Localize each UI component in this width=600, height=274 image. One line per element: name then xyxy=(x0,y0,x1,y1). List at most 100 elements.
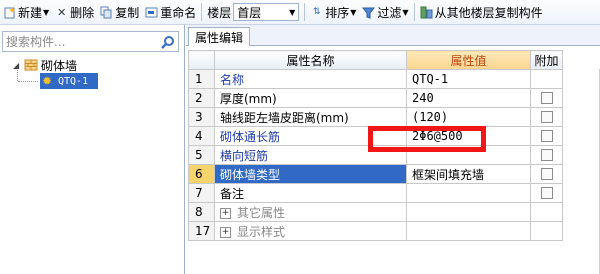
extra-checkbox[interactable] xyxy=(540,149,553,161)
extra-checkbox[interactable] xyxy=(540,92,553,104)
copy-icon xyxy=(100,6,113,19)
search-input[interactable] xyxy=(3,33,158,50)
tab-label: 属性编辑 xyxy=(194,30,243,45)
component-tree-panel: ◢ 砌体墙 ✹ QTQ-1 xyxy=(0,25,185,274)
delete-icon: ✕ xyxy=(57,5,67,19)
property-name: 砌体墙类型 xyxy=(214,164,407,184)
property-value[interactable]: 240 xyxy=(406,88,531,108)
row-number: 8 xyxy=(188,202,215,222)
property-name: 备注 xyxy=(214,183,407,203)
extra-cell xyxy=(530,69,563,89)
extra-checkbox[interactable] xyxy=(540,187,553,199)
extra-header[interactable]: 附加 xyxy=(530,50,563,70)
floor-select[interactable]: 首层 ▼ xyxy=(233,3,300,21)
table-row-selected[interactable]: 6 砌体墙类型 框架间填充墙 xyxy=(188,164,563,184)
table-row-group[interactable]: 17 + 显示样式 xyxy=(188,221,563,241)
rename-label: 重命名 xyxy=(160,5,197,20)
row-number: 7 xyxy=(188,183,215,203)
extra-checkbox[interactable] xyxy=(540,130,553,142)
new-icon xyxy=(3,6,16,19)
search-box xyxy=(2,31,179,52)
chevron-down-icon: ▼ xyxy=(289,7,296,17)
copy-label: 复制 xyxy=(115,5,140,20)
table-row[interactable]: 3 轴线距左墙皮距离(mm) (120) xyxy=(188,107,563,127)
search-icon[interactable] xyxy=(158,32,178,51)
table-row-group[interactable]: 8 + 其它属性 xyxy=(188,202,563,222)
filter-button[interactable]: 过滤 ▼ xyxy=(359,1,411,23)
property-name: 砌体通长筋 xyxy=(214,126,407,146)
layers-copy-icon xyxy=(420,6,433,19)
chevron-down-icon: ▼ xyxy=(43,7,50,17)
property-grid: 属性名称 属性值 附加 1 名称 QTQ-1 2 厚度(mm) 240 3 轴线… xyxy=(188,50,563,241)
property-name: 横向短筋 xyxy=(214,145,407,165)
extra-cell xyxy=(530,164,563,184)
property-value[interactable]: 2Φ6@500 xyxy=(406,126,531,146)
toolbar-divider xyxy=(413,3,415,21)
collapse-icon[interactable]: ◢ xyxy=(13,61,22,70)
row-number: 6 xyxy=(188,164,215,184)
table-row[interactable]: 4 砌体通长筋 2Φ6@500 xyxy=(188,126,563,146)
property-group-name: 其它属性 xyxy=(237,205,286,220)
tree-item-qtq-1-row: ✹ QTQ-1 xyxy=(0,73,184,89)
table-row[interactable]: 2 厚度(mm) 240 xyxy=(188,88,563,108)
expand-icon[interactable]: + xyxy=(220,226,231,238)
property-name-header[interactable]: 属性名称 xyxy=(214,50,407,70)
table-row[interactable]: 5 横向短筋 xyxy=(188,145,563,165)
rename-button[interactable]: 重命名 xyxy=(142,1,199,23)
row-number: 1 xyxy=(188,69,215,89)
copy-button[interactable]: 复制 xyxy=(97,1,142,23)
property-group-name: 显示样式 xyxy=(237,224,286,239)
toolbar: 新建 ▼ ✕ 删除 复制 重命名 楼层 首层 ▼ ⇅ 排序 ▼ 过滤 ▼ 从其他… xyxy=(0,0,600,25)
rename-icon xyxy=(145,6,158,19)
delete-button[interactable]: ✕ 删除 xyxy=(52,1,97,23)
extra-checkbox[interactable] xyxy=(540,111,553,123)
tab-strip: 属性编辑 xyxy=(186,25,600,46)
tree-item-qtq-1[interactable]: ✹ QTQ-1 xyxy=(40,73,98,89)
tab-property-edit[interactable]: 属性编辑 xyxy=(188,27,250,46)
filter-icon xyxy=(362,6,376,19)
new-button[interactable]: 新建 ▼ xyxy=(0,1,52,23)
property-group-cell: + 显示样式 xyxy=(214,221,407,241)
extra-checkbox[interactable] xyxy=(540,168,553,180)
new-label: 新建 xyxy=(18,5,43,20)
table-row[interactable]: 1 名称 QTQ-1 xyxy=(188,69,563,89)
property-value[interactable]: 框架间填充墙 xyxy=(406,164,531,184)
row-number: 17 xyxy=(188,221,215,241)
sort-button[interactable]: ⇅ 排序 ▼ xyxy=(307,1,359,23)
chevron-down-icon: ▼ xyxy=(402,7,409,17)
property-value-header[interactable]: 属性值 xyxy=(406,50,531,70)
property-value[interactable]: QTQ-1 xyxy=(406,69,531,89)
tree-root-label: 砌体墙 xyxy=(41,58,78,73)
row-number-header xyxy=(188,50,215,70)
filter-label: 过滤 xyxy=(377,5,402,20)
floor-value: 首层 xyxy=(237,5,262,20)
extra-cell xyxy=(530,202,563,222)
row-number: 5 xyxy=(188,145,215,165)
row-number: 2 xyxy=(188,88,215,108)
copy-from-floor-label: 从其他楼层复制构件 xyxy=(434,5,543,20)
property-value[interactable] xyxy=(406,145,531,165)
property-name: 厚度(mm) xyxy=(214,88,407,108)
property-value[interactable] xyxy=(406,183,531,203)
property-panel: 属性编辑 属性名称 属性值 附加 1 名称 QTQ-1 2 厚度(mm) 240… xyxy=(186,25,600,274)
gear-icon: ✹ xyxy=(42,73,53,88)
property-group-cell: + 其它属性 xyxy=(214,202,407,222)
sort-icon: ⇅ xyxy=(312,6,321,17)
extra-cell xyxy=(530,221,563,241)
delete-label: 删除 xyxy=(70,5,95,20)
property-value xyxy=(406,221,531,241)
expand-icon[interactable]: + xyxy=(220,207,231,219)
floor-label-item: 楼层 首层 ▼ xyxy=(204,1,302,23)
property-value xyxy=(406,202,531,222)
copy-from-floor-button[interactable]: 从其他楼层复制构件 xyxy=(417,1,546,23)
grid-header-row: 属性名称 属性值 附加 xyxy=(188,50,563,70)
property-value[interactable]: (120) xyxy=(406,107,531,127)
masonry-wall-icon xyxy=(24,58,38,72)
row-number: 4 xyxy=(188,126,215,146)
sort-label: 排序 xyxy=(325,5,350,20)
chevron-down-icon: ▼ xyxy=(350,7,357,17)
table-row[interactable]: 7 备注 xyxy=(188,183,563,203)
tree-item-masonry-wall[interactable]: ◢ 砌体墙 xyxy=(0,57,184,73)
extra-cell xyxy=(530,183,563,203)
tree-child-label: QTQ-1 xyxy=(58,75,89,87)
